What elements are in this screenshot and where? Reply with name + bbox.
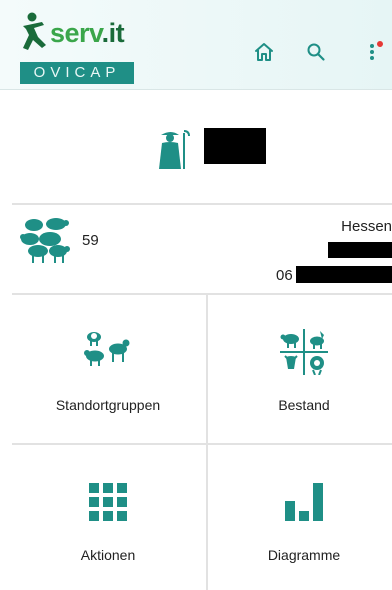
tile-label: Standortgruppen xyxy=(55,397,161,413)
tile-standortgruppen[interactable]: Standortgruppen xyxy=(12,295,204,445)
location-groups-icon xyxy=(84,332,130,366)
farm-animal-count: 59 xyxy=(82,232,99,249)
home-button[interactable] xyxy=(252,40,276,64)
servit-ovicap-logo: serv.it OVICAP xyxy=(20,10,138,84)
tile-bestand[interactable]: Bestand xyxy=(208,295,392,445)
logo-badge: OVICAP xyxy=(20,62,134,84)
farm-name-redacted xyxy=(328,242,392,258)
search-icon xyxy=(307,43,325,61)
bar-chart-icon xyxy=(285,483,323,521)
search-button[interactable] xyxy=(304,40,328,64)
user-name-redacted xyxy=(204,128,266,164)
logo-wordmark: serv.it xyxy=(50,18,125,48)
tile-aktionen[interactable]: Aktionen xyxy=(12,445,204,590)
farm-number-redacted xyxy=(296,266,392,283)
user-section xyxy=(0,91,392,203)
tile-diagramme[interactable]: Diagramme xyxy=(208,445,392,590)
shepherd-icon xyxy=(159,130,190,169)
tile-label: Aktionen xyxy=(80,547,136,563)
farm-state: Hessen xyxy=(341,218,392,235)
more-menu-button[interactable] xyxy=(360,40,384,64)
home-icon xyxy=(255,43,273,61)
grid-icon xyxy=(89,483,127,521)
flock-icon xyxy=(20,218,70,263)
farm-card[interactable]: 59 Hessen 06 xyxy=(0,205,392,293)
logo-word-left: serv xyxy=(50,18,102,48)
notification-dot xyxy=(377,41,383,47)
tile-label: Bestand xyxy=(278,397,330,413)
stock-icon xyxy=(280,329,328,375)
app-header: serv.it OVICAP xyxy=(0,0,392,90)
tile-label: Diagramme xyxy=(267,547,341,563)
farm-number-prefix: 06 xyxy=(276,267,293,284)
logo-word-right: .it xyxy=(101,18,125,48)
